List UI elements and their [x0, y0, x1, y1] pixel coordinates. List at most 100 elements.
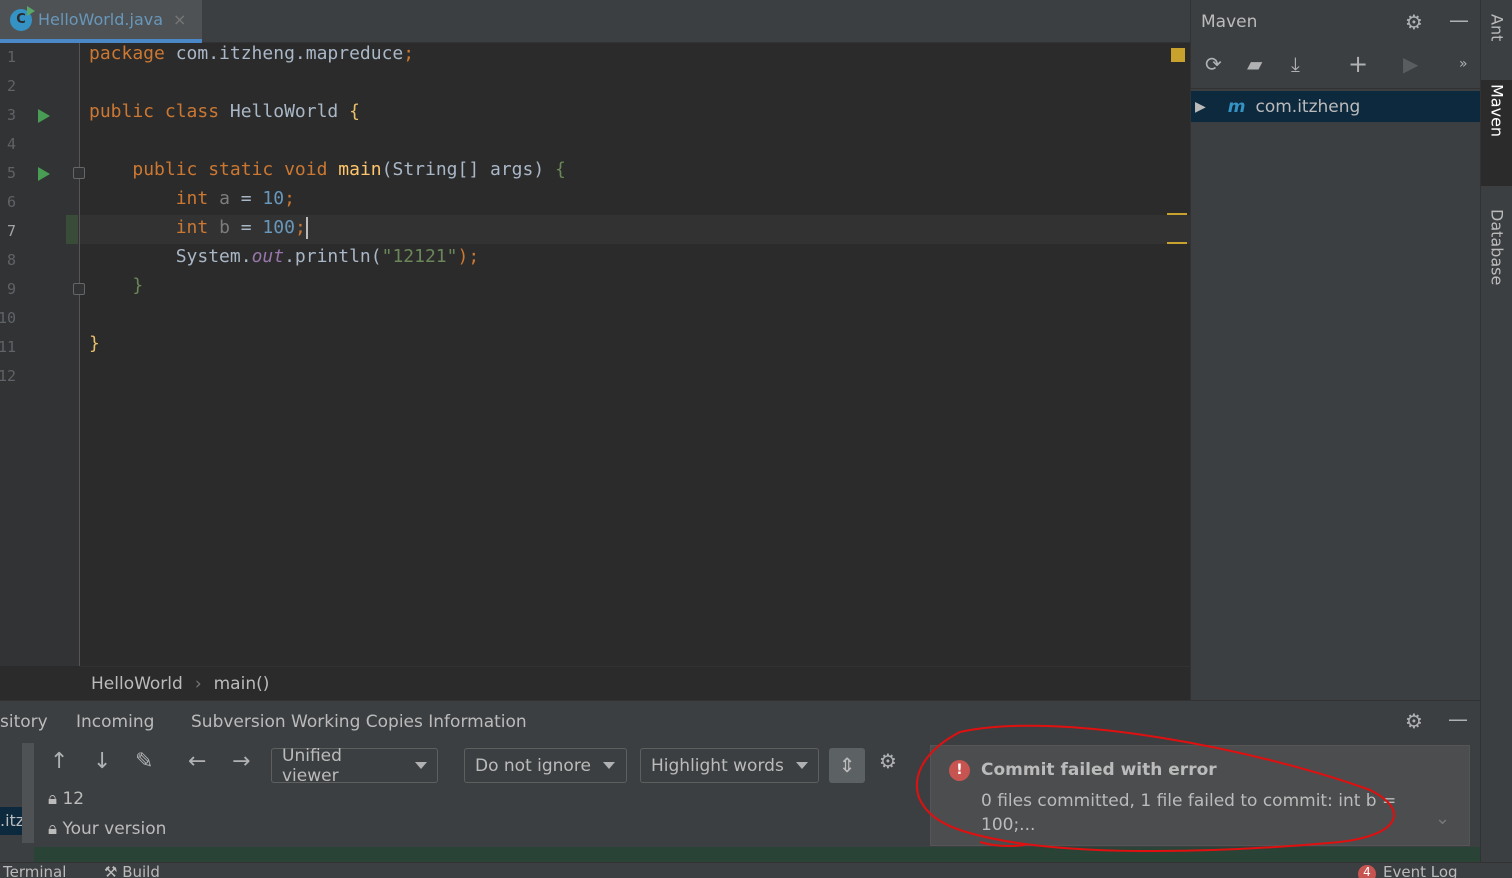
minimize-icon[interactable]: — — [1449, 8, 1469, 32]
highlight-dropdown[interactable]: Highlight words — [640, 748, 819, 783]
gear-icon[interactable]: ⚙ — [1405, 10, 1423, 34]
code-token: ); — [457, 246, 480, 267]
run-icon[interactable]: ▶ — [1403, 52, 1418, 76]
maven-project-item[interactable]: ▶ m com.itzheng — [1191, 91, 1481, 122]
code-token: = — [229, 188, 263, 209]
breadcrumb-class[interactable]: HelloWorld — [91, 674, 183, 694]
code-token: (String[] args) — [381, 159, 556, 180]
code-token: out — [251, 246, 285, 267]
code-line[interactable]: System.out.println("12121"); — [89, 246, 479, 275]
line-number: 12 — [0, 367, 16, 385]
line-number: 11 — [0, 338, 16, 356]
code-token: 100 — [262, 217, 295, 238]
right-tool-strip: Ant Maven Database — [1480, 0, 1512, 862]
code-token: public static void — [132, 159, 328, 180]
side-tab-ant[interactable]: Ant — [1481, 10, 1512, 80]
line-number: 6 — [6, 193, 16, 211]
arrow-down-icon[interactable]: ↓ — [93, 749, 111, 774]
more-icon[interactable]: » — [1459, 56, 1468, 72]
code-line[interactable]: } — [89, 275, 143, 304]
tab-repository[interactable]: sitory — [0, 712, 48, 732]
inspection-indicator-icon[interactable] — [1171, 48, 1185, 62]
scrollbar[interactable] — [22, 743, 34, 843]
code-token: = — [229, 217, 263, 238]
status-bar: Terminal ⚒ Build 4 Event Log — [0, 862, 1512, 878]
fold-icon[interactable] — [73, 167, 85, 179]
event-count-badge: 4 — [1358, 865, 1376, 878]
code-token: ; — [284, 188, 295, 209]
arrow-up-icon[interactable]: ↑ — [50, 749, 68, 774]
maven-title: Maven — [1201, 12, 1258, 32]
code-line[interactable]: int a = 10; — [89, 188, 295, 217]
scroll-marker — [1167, 242, 1187, 244]
line-number: 4 — [6, 135, 16, 153]
event-log-button[interactable]: Event Log — [1383, 863, 1458, 878]
code-token: .println( — [284, 246, 382, 267]
code-line[interactable]: package com.itzheng.mapreduce; — [89, 43, 414, 72]
minimize-icon[interactable]: — — [1448, 707, 1468, 731]
code-line[interactable]: } — [89, 333, 100, 362]
chevron-right-icon: › — [194, 673, 202, 694]
edit-icon[interactable]: ✎ — [135, 749, 153, 774]
line-number: 10 — [0, 309, 16, 327]
code-token: "12121" — [381, 246, 458, 267]
text-caret — [305, 217, 308, 239]
code-token: a — [219, 188, 230, 209]
gear-icon[interactable]: ⚙ — [879, 749, 897, 773]
build-tab[interactable]: ⚒ Build — [104, 863, 160, 878]
editor-tab-bar: C HelloWorld.java × — [0, 0, 1190, 43]
run-gutter-icon[interactable] — [38, 167, 50, 181]
code-token: } — [89, 333, 100, 354]
code-token: package — [89, 43, 165, 64]
code-token: public class — [89, 101, 220, 122]
code-token: ; — [294, 217, 306, 238]
close-tab-icon[interactable]: × — [173, 10, 186, 29]
line-number: 5 — [6, 164, 16, 182]
code-line[interactable]: public static void main(String[] args) { — [89, 159, 566, 188]
viewer-dropdown[interactable]: Unified viewer — [271, 746, 438, 786]
side-tab-database[interactable]: Database — [1481, 205, 1512, 315]
code-token: main — [338, 159, 382, 180]
run-gutter-icon[interactable] — [38, 109, 50, 123]
download-icon[interactable]: ⤓ — [1291, 52, 1300, 76]
maven-panel: Maven ⚙ — ⟳ ▰ ⤓ + ▶ » ▶ m com.itzheng — [1190, 0, 1481, 700]
add-icon[interactable]: + — [1348, 50, 1368, 78]
line-number: 1 — [6, 48, 16, 66]
breadcrumb: HelloWorld › main() — [80, 666, 1190, 700]
tab-helloworld-java[interactable]: C HelloWorld.java × — [0, 0, 202, 43]
code-token: { — [349, 101, 360, 122]
line-number: 8 — [6, 251, 16, 269]
fold-icon[interactable] — [73, 283, 85, 295]
arrow-right-icon[interactable]: → — [232, 749, 250, 774]
collapse-unchanged-icon[interactable]: ⇕ — [829, 748, 865, 783]
red-annotation-ellipse — [915, 724, 1395, 853]
line-number: 2 — [6, 77, 16, 95]
expand-arrow-icon[interactable]: ▶ — [1195, 99, 1206, 115]
code-token: b — [219, 217, 230, 238]
folder-sync-icon[interactable]: ▰ — [1247, 52, 1262, 76]
side-tab-maven[interactable]: Maven — [1481, 80, 1512, 186]
line-count: 🔒︎ 12 — [48, 789, 85, 809]
ignore-dropdown[interactable]: Do not ignore — [464, 748, 627, 783]
code-line[interactable]: public class HelloWorld { — [89, 101, 360, 130]
code-token: int — [175, 217, 209, 238]
java-class-icon: C — [10, 5, 35, 31]
tab-incoming[interactable]: Incoming — [76, 712, 154, 732]
terminal-tab[interactable]: Terminal — [3, 863, 66, 878]
tab-svn-working-copies[interactable]: Subversion Working Copies Information — [191, 712, 527, 732]
arrow-left-icon[interactable]: ← — [188, 749, 206, 774]
breadcrumb-method[interactable]: main() — [214, 674, 270, 694]
reload-icon[interactable]: ⟳ — [1205, 52, 1222, 76]
scroll-marker — [1167, 213, 1187, 215]
code-token: int — [175, 188, 209, 209]
chevron-down-icon[interactable]: ⌄ — [1435, 808, 1450, 829]
maven-module-icon: m — [1227, 96, 1246, 117]
code-token: HelloWorld — [219, 101, 350, 122]
code-token: System. — [89, 246, 252, 267]
code-line[interactable]: int b = 100; — [89, 217, 308, 246]
